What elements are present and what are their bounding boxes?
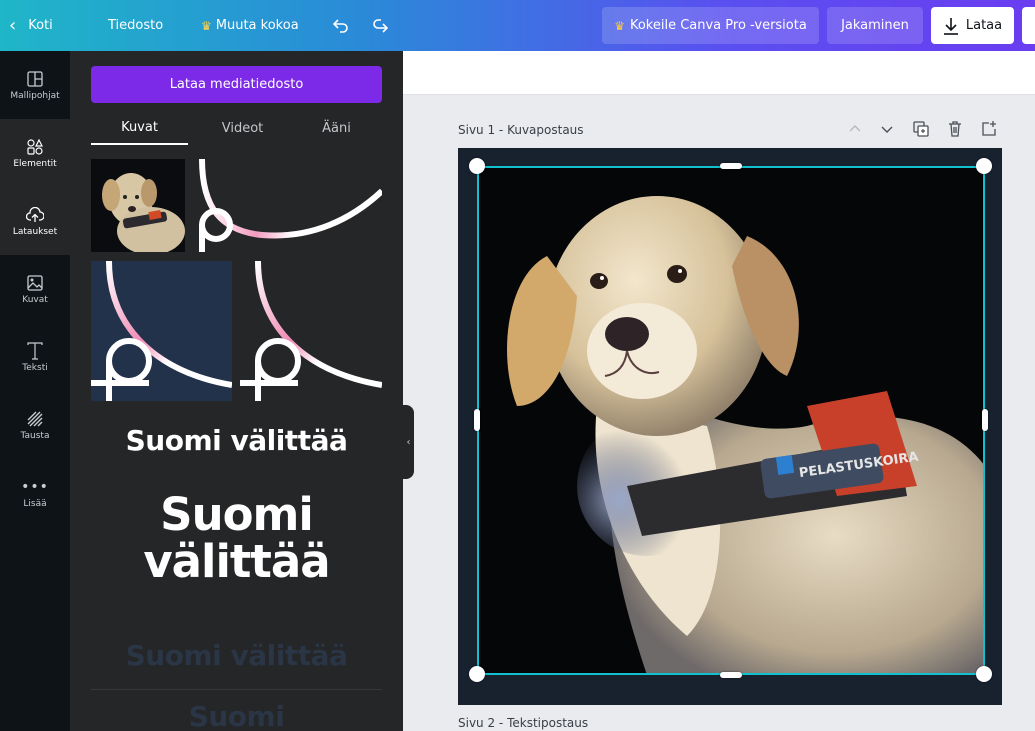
- redo-button[interactable]: [372, 0, 388, 51]
- home-button[interactable]: ‹ Koti: [9, 0, 53, 51]
- upload-media-button[interactable]: Lataa mediatiedosto: [91, 66, 382, 103]
- left-rail: Mallipohjat Elementit Lataukset Kuvat Te…: [0, 51, 70, 731]
- uploaded-curve-graphic-alt[interactable]: [238, 261, 382, 401]
- download-icon: [943, 17, 958, 35]
- crown-icon: ♛: [201, 18, 212, 33]
- templates-icon: [26, 70, 44, 88]
- home-label: Koti: [28, 18, 53, 33]
- image-icon: [26, 274, 44, 292]
- file-menu-button[interactable]: Tiedosto: [108, 0, 163, 51]
- resize-handle-top[interactable]: [720, 163, 742, 169]
- resize-handle-left[interactable]: [474, 409, 480, 431]
- rail-label: Lisää: [23, 498, 47, 509]
- rail-label: Teksti: [22, 362, 48, 373]
- chevron-down-icon[interactable]: [878, 120, 896, 138]
- text-asset-suomi-valittaa[interactable]: Suomi välittää: [91, 413, 382, 469]
- collapse-panel-button[interactable]: ‹: [403, 405, 414, 479]
- download-button[interactable]: Lataa: [931, 7, 1014, 44]
- resize-button[interactable]: ♛ Muuta kokoa: [201, 0, 299, 51]
- try-pro-button[interactable]: ♛ Kokeile Canva Pro -versiota: [602, 7, 819, 44]
- rail-label: Elementit: [13, 158, 57, 169]
- download-label: Lataa: [965, 18, 1003, 33]
- uploaded-dog-thumbnail[interactable]: [91, 159, 185, 252]
- rail-item-elements[interactable]: Elementit: [0, 119, 70, 187]
- uploaded-curve-graphic[interactable]: [192, 159, 382, 252]
- text-asset-suomi-dark[interactable]: Suomi: [91, 697, 382, 731]
- cloud-upload-icon: [26, 206, 44, 224]
- share-label: Jakaminen: [841, 18, 909, 33]
- resize-handle-bottom[interactable]: [720, 672, 742, 678]
- rail-item-uploads[interactable]: Lataukset: [0, 187, 70, 255]
- resize-handle-top-right[interactable]: [976, 158, 992, 174]
- page-title: Sivu 2 - Tekstipostaus: [458, 716, 589, 730]
- trash-icon[interactable]: [946, 120, 964, 138]
- file-label: Tiedosto: [108, 18, 164, 33]
- rail-item-templates[interactable]: Mallipohjat: [0, 51, 70, 119]
- dog-photo[interactable]: PELASTUSKOIRA: [477, 166, 985, 675]
- resize-handle-top-left[interactable]: [469, 158, 485, 174]
- rail-item-text[interactable]: Teksti: [0, 323, 70, 391]
- background-pattern-icon: [26, 410, 44, 428]
- chevron-up-icon[interactable]: [846, 120, 864, 138]
- rail-item-more[interactable]: ••• Lisää: [0, 459, 70, 527]
- chevron-left-icon: ‹: [406, 436, 411, 448]
- tab-audio[interactable]: Ääni: [291, 111, 382, 145]
- media-tabs: Kuvat Videot Ääni: [91, 111, 382, 145]
- rail-label: Tausta: [20, 430, 50, 441]
- more-options-button[interactable]: [1022, 7, 1035, 44]
- resize-label: Muuta kokoa: [215, 18, 299, 33]
- text-asset-suomi-valittaa-large[interactable]: Suomi välittää: [91, 483, 382, 613]
- design-page-canvas[interactable]: PELASTUSKOIRA: [458, 148, 1002, 705]
- duplicate-page-icon[interactable]: [912, 120, 930, 138]
- add-page-icon[interactable]: [980, 120, 998, 138]
- undo-button[interactable]: [333, 0, 349, 51]
- tab-videos[interactable]: Videot: [194, 111, 291, 145]
- page-title: Sivu 1 - Kuvapostaus: [458, 123, 584, 137]
- resize-handle-bottom-left[interactable]: [469, 666, 485, 682]
- uploaded-curve-graphic-dark[interactable]: [91, 261, 232, 401]
- share-button[interactable]: Jakaminen: [827, 7, 923, 44]
- resize-handle-right[interactable]: [982, 409, 988, 431]
- chevron-left-icon: ‹: [9, 14, 17, 36]
- rail-label: Kuvat: [22, 294, 48, 305]
- rail-item-photos[interactable]: Kuvat: [0, 255, 70, 323]
- tab-images[interactable]: Kuvat: [91, 111, 188, 145]
- editor-toolbar: [403, 51, 1035, 95]
- divider: [91, 689, 382, 690]
- elements-icon: [26, 138, 44, 156]
- rail-label: Lataukset: [12, 226, 58, 237]
- text-icon: [26, 341, 44, 360]
- redo-icon: [373, 18, 388, 33]
- crown-icon: ♛: [614, 18, 625, 33]
- resize-handle-bottom-right[interactable]: [976, 666, 992, 682]
- undo-icon: [333, 18, 348, 33]
- try-pro-label: Kokeile Canva Pro -versiota: [629, 18, 807, 33]
- text-asset-suomi-valittaa-dark[interactable]: Suomi välittää: [91, 631, 382, 681]
- top-bar: ‹ Koti Tiedosto ♛ Muuta kokoa ♛ Kokeile …: [0, 0, 1035, 51]
- rail-label: Mallipohjat: [10, 90, 60, 101]
- uploads-panel: Lataa mediatiedosto Kuvat Videot Ääni Su…: [70, 51, 403, 731]
- rail-item-background[interactable]: Tausta: [0, 391, 70, 459]
- more-dots-icon: •••: [21, 478, 49, 495]
